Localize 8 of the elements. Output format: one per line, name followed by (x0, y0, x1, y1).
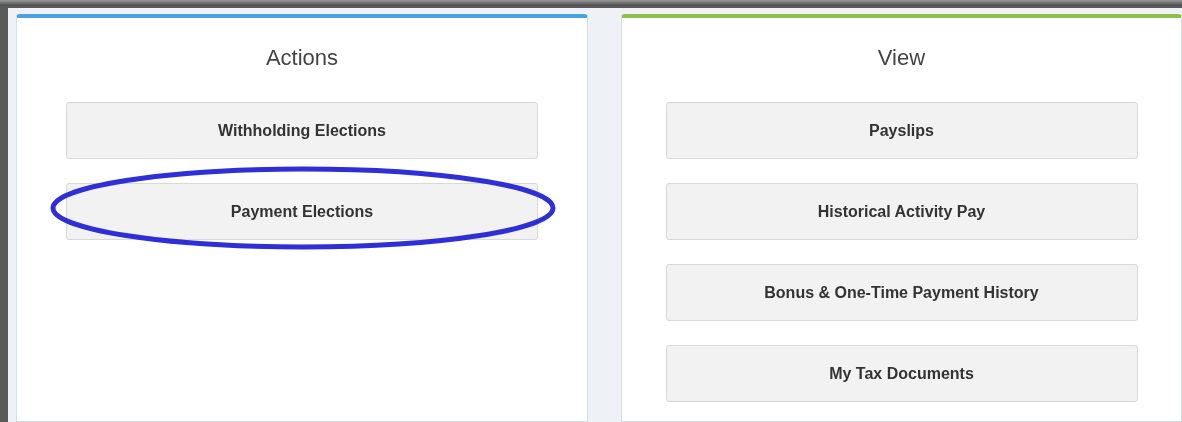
menu-button[interactable]: My Tax Documents (665, 345, 1138, 402)
panel-title: View (877, 44, 926, 72)
menu-button[interactable]: Payment Elections (66, 183, 538, 240)
menu-button[interactable]: Historical Activity Pay (665, 183, 1138, 240)
menu-button[interactable]: Bonus & One-Time Payment History (665, 264, 1138, 321)
panel-title: Actions (265, 44, 339, 72)
menu-button[interactable]: Withholding Elections (66, 102, 538, 159)
menu-button[interactable]: Payslips (665, 102, 1138, 159)
